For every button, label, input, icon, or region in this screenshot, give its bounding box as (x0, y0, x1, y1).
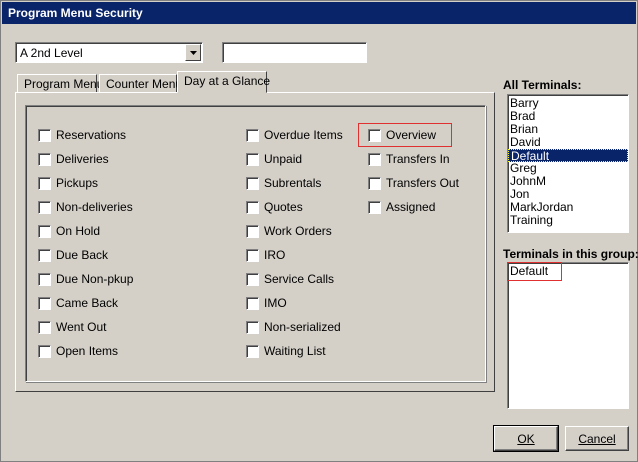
checkbox-on-hold[interactable]: On Hold (38, 223, 100, 239)
checkbox-label: Deliveries (56, 152, 109, 166)
checkbox-waiting-list[interactable]: Waiting List (246, 343, 326, 359)
list-item[interactable]: Training (508, 214, 628, 227)
checkbox-label: Non-serialized (264, 320, 341, 334)
checkbox-box[interactable] (38, 152, 51, 166)
window-title: Program Menu Security (2, 2, 636, 24)
checkbox-label: Work Orders (264, 224, 332, 238)
checkbox-label: IRO (264, 248, 286, 262)
checkbox-box[interactable] (246, 224, 259, 238)
checkbox-label: Due Non-pkup (56, 272, 134, 286)
checkbox-box[interactable] (368, 152, 381, 166)
checkbox-box[interactable] (368, 176, 381, 190)
level-select-value: A 2nd Level (20, 46, 83, 60)
checkbox-label: Went Out (56, 320, 107, 334)
checkbox-reservations[interactable]: Reservations (38, 127, 126, 143)
checkbox-label: Service Calls (264, 272, 335, 286)
checkbox-box[interactable] (38, 200, 51, 214)
group-terminals-list[interactable]: Default (507, 262, 629, 409)
checkbox-label: Pickups (56, 176, 99, 190)
checkbox-non-serialized[interactable]: Non-serialized (246, 319, 341, 335)
checkbox-deliveries[interactable]: Deliveries (38, 151, 109, 167)
checkbox-due-non-pkup[interactable]: Due Non-pkup (38, 271, 133, 287)
default-highlight-box (507, 262, 562, 281)
checkbox-non-deliveries[interactable]: Non-deliveries (38, 199, 133, 215)
checkbox-label: Waiting List (264, 344, 326, 358)
checkbox-label: Unpaid (264, 152, 303, 166)
checkbox-quotes[interactable]: Quotes (246, 199, 303, 215)
checkbox-box[interactable] (246, 152, 259, 166)
checkbox-box[interactable] (38, 248, 51, 262)
checkbox-box[interactable] (246, 296, 259, 310)
checkbox-box[interactable] (38, 224, 51, 238)
checkbox-box[interactable] (246, 128, 259, 142)
checkbox-label: Came Back (56, 296, 119, 310)
level-select[interactable]: A 2nd Level (15, 42, 203, 63)
checkbox-label: Quotes (264, 200, 303, 214)
checkbox-box[interactable] (38, 272, 51, 286)
all-terminals-label: All Terminals: (503, 78, 582, 92)
checkbox-box[interactable] (38, 128, 51, 142)
checkbox-overdue-items[interactable]: Overdue Items (246, 127, 343, 143)
checkbox-label: Overview (386, 128, 437, 142)
checkbox-due-back[interactable]: Due Back (38, 247, 108, 263)
checkbox-label: On Hold (56, 224, 101, 238)
list-item[interactable]: David (508, 136, 628, 149)
checkbox-service-calls[interactable]: Service Calls (246, 271, 334, 287)
checkbox-pickups[interactable]: Pickups (38, 175, 98, 191)
checkbox-box[interactable] (368, 128, 381, 142)
checkbox-box[interactable] (246, 320, 259, 334)
ok-label: OK (517, 431, 535, 446)
checkbox-box[interactable] (38, 320, 51, 334)
tab-day-at-a-glance[interactable]: Day at a Glance (177, 71, 270, 93)
checkbox-came-back[interactable]: Came Back (38, 295, 118, 311)
tab-counter-menu[interactable]: Counter Menu (99, 74, 182, 93)
checkbox-box[interactable] (246, 248, 259, 262)
checkbox-label: Due Back (56, 248, 109, 262)
checkbox-box[interactable] (38, 344, 51, 358)
checkbox-work-orders[interactable]: Work Orders (246, 223, 332, 239)
checkbox-box[interactable] (246, 200, 259, 214)
tab-program-menu[interactable]: Program Menu (17, 74, 103, 93)
checkbox-box[interactable] (246, 344, 259, 358)
checkbox-subrentals[interactable]: Subrentals (246, 175, 321, 191)
checkbox-label: Non-deliveries (56, 200, 133, 214)
checkbox-label: Open Items (56, 344, 119, 358)
checkbox-iro[interactable]: IRO (246, 247, 285, 263)
cancel-button[interactable]: Cancel (565, 426, 629, 451)
checkbox-label: Subrentals (264, 176, 322, 190)
all-terminals-list[interactable]: Barry Brad Brian David Default Greg John… (507, 94, 629, 233)
checkbox-unpaid[interactable]: Unpaid (246, 151, 302, 167)
checkbox-label: Overdue Items (264, 128, 343, 142)
checkbox-transfers-in[interactable]: Transfers In (368, 151, 450, 167)
cancel-label: Cancel (578, 431, 616, 446)
checkbox-label: Reservations (56, 128, 127, 142)
checkbox-imo[interactable]: IMO (246, 295, 287, 311)
checkbox-box[interactable] (368, 200, 381, 214)
checkbox-box[interactable] (38, 296, 51, 310)
checkbox-overview[interactable]: Overview (368, 127, 436, 143)
checkbox-went-out[interactable]: Went Out (38, 319, 106, 335)
checkbox-label: Transfers In (386, 152, 450, 166)
checkbox-open-items[interactable]: Open Items (38, 343, 118, 359)
ok-button[interactable]: OK (493, 425, 559, 452)
name-input[interactable] (222, 42, 367, 63)
program-menu-security-dialog: Program Menu Security A 2nd Level Progra… (0, 0, 638, 462)
checkbox-box[interactable] (246, 176, 259, 190)
group-terminals-label: Terminals in this group: (503, 247, 638, 261)
checkbox-transfers-out[interactable]: Transfers Out (368, 175, 459, 191)
checkbox-assigned[interactable]: Assigned (368, 199, 435, 215)
checkbox-label: IMO (264, 296, 287, 310)
checkbox-label: Assigned (386, 200, 436, 214)
checkbox-box[interactable] (38, 176, 51, 190)
checkbox-box[interactable] (246, 272, 259, 286)
checkbox-label: Transfers Out (386, 176, 459, 190)
dropdown-arrow-icon[interactable] (185, 44, 201, 61)
